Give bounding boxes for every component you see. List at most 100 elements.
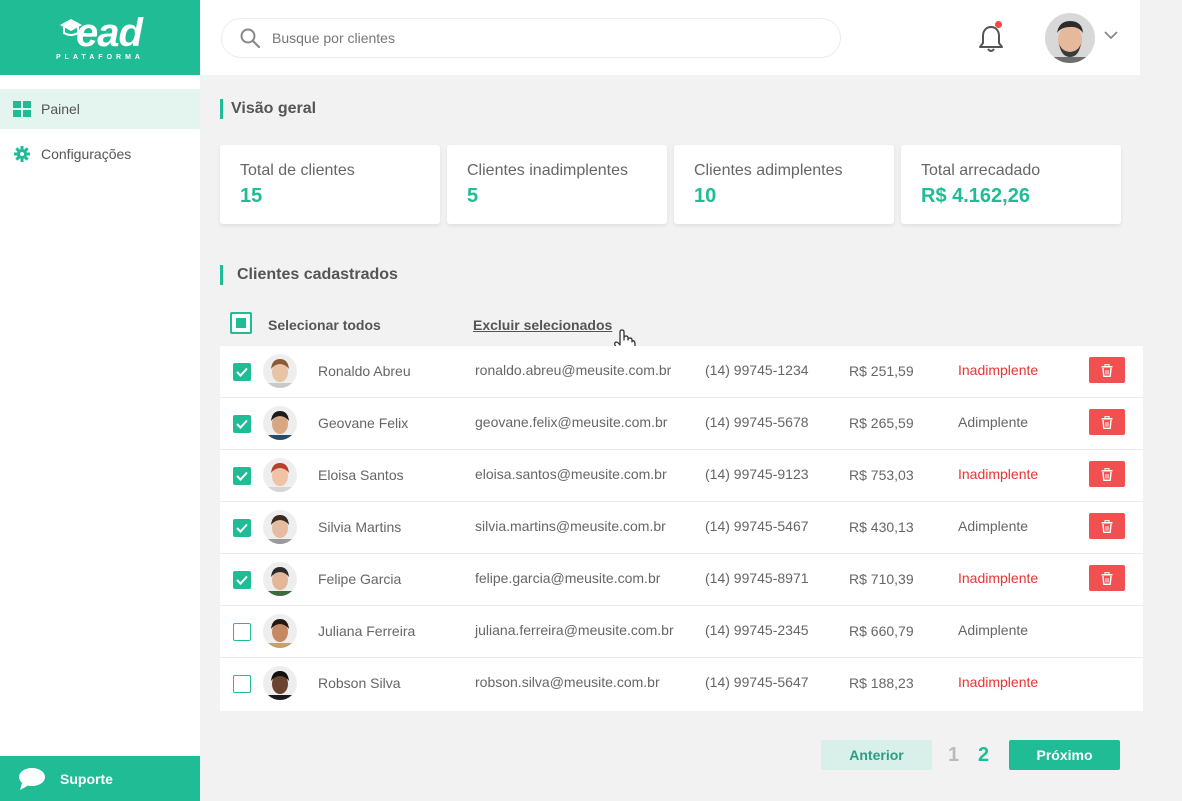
- client-amount: R$ 430,13: [849, 519, 914, 535]
- row-checkbox[interactable]: [233, 519, 251, 537]
- table-row: Ronaldo Abreu ronaldo.abreu@meusite.com.…: [220, 346, 1143, 398]
- notifications-button[interactable]: [978, 21, 1004, 54]
- client-status: Inadimplente: [958, 466, 1039, 482]
- avatar: [263, 406, 297, 440]
- avatar: [263, 562, 297, 596]
- delete-selected-link[interactable]: Excluir selecionados: [473, 317, 612, 333]
- table-row: Geovane Felix geovane.felix@meusite.com.…: [220, 398, 1143, 450]
- trash-icon: [1101, 571, 1113, 585]
- stat-card-total-collected: Total arrecadado R$ 4.162,26: [901, 145, 1121, 224]
- row-checkbox[interactable]: [233, 571, 251, 589]
- select-all-label: Selecionar todos: [268, 317, 381, 333]
- sidebar-item-painel[interactable]: Painel: [0, 89, 200, 129]
- stat-label: Total de clientes: [240, 162, 355, 179]
- check-icon: [236, 523, 248, 533]
- stat-value: 10: [694, 185, 717, 207]
- client-email: ronaldo.abreu@meusite.com.br: [475, 362, 672, 378]
- support-button[interactable]: Suporte: [0, 756, 200, 801]
- brand-logo[interactable]: ead PLATAFORMA: [0, 0, 200, 75]
- sidebar: ead PLATAFORMA Painel Configurações Supo…: [0, 0, 200, 801]
- notification-dot: [995, 21, 1002, 28]
- bulk-actions: Selecionar todos Excluir selecionados: [230, 312, 650, 336]
- sidebar-item-label: Painel: [41, 101, 80, 117]
- bell-icon: [979, 26, 1003, 52]
- client-phone: (14) 99745-5467: [705, 518, 809, 534]
- avatar: [263, 458, 297, 492]
- next-page-button[interactable]: Próximo: [1009, 740, 1120, 770]
- top-bar: [200, 0, 1140, 75]
- client-status: Inadimplente: [958, 570, 1039, 586]
- row-checkbox[interactable]: [233, 363, 251, 381]
- trash-icon: [1101, 363, 1113, 377]
- check-icon: [236, 419, 248, 429]
- stat-label: Clientes adimplentes: [694, 162, 843, 179]
- client-amount: R$ 710,39: [849, 571, 914, 587]
- client-phone: (14) 99745-2345: [705, 622, 809, 638]
- row-checkbox[interactable]: [233, 467, 251, 485]
- trash-icon: [1101, 519, 1113, 533]
- user-avatar[interactable]: [1045, 13, 1095, 63]
- stat-card-total-clients: Total de clientes 15: [220, 145, 440, 224]
- client-email: silvia.martins@meusite.com.br: [475, 518, 666, 534]
- client-status: Inadimplente: [958, 674, 1039, 690]
- logo-wordmark: ead: [58, 13, 143, 53]
- avatar: [263, 614, 297, 648]
- client-amount: R$ 251,59: [849, 363, 914, 379]
- row-checkbox[interactable]: [233, 675, 251, 693]
- sidebar-item-configuracoes[interactable]: Configurações: [0, 134, 200, 174]
- client-email: eloisa.santos@meusite.com.br: [475, 466, 667, 482]
- table-row: Felipe Garcia felipe.garcia@meusite.com.…: [220, 554, 1143, 606]
- stat-value: 5: [467, 185, 479, 207]
- check-icon: [236, 575, 248, 585]
- client-email: geovane.felix@meusite.com.br: [475, 414, 668, 430]
- row-checkbox[interactable]: [233, 415, 251, 433]
- clients-table: Ronaldo Abreu ronaldo.abreu@meusite.com.…: [220, 346, 1143, 711]
- client-name: Juliana Ferreira: [318, 623, 416, 639]
- avatar: [263, 666, 297, 700]
- delete-button[interactable]: [1089, 357, 1125, 383]
- client-name: Silvia Martins: [318, 519, 402, 535]
- client-status: Adimplente: [958, 414, 1029, 430]
- trash-icon: [1101, 415, 1113, 429]
- client-phone: (14) 99745-1234: [705, 362, 809, 378]
- client-status: Inadimplente: [958, 362, 1039, 378]
- dashboard-icon: [13, 100, 31, 118]
- sidebar-item-label: Configurações: [41, 146, 132, 162]
- page-number-1[interactable]: 1: [948, 744, 959, 767]
- avatar: [263, 354, 297, 388]
- row-checkbox[interactable]: [233, 623, 251, 641]
- page-number-2[interactable]: 2: [978, 744, 989, 767]
- avatar: [263, 510, 297, 544]
- delete-button[interactable]: [1089, 513, 1125, 539]
- search-input[interactable]: [272, 30, 792, 46]
- search-icon: [240, 28, 260, 48]
- client-amount: R$ 188,23: [849, 675, 914, 691]
- delete-button[interactable]: [1089, 461, 1125, 487]
- client-name: Felipe Garcia: [318, 571, 402, 587]
- chat-bubble-icon: [19, 767, 45, 790]
- client-amount: R$ 753,03: [849, 467, 914, 483]
- delete-button[interactable]: [1089, 409, 1125, 435]
- chevron-down-icon[interactable]: [1103, 30, 1119, 40]
- previous-page-button[interactable]: Anterior: [821, 740, 932, 770]
- client-phone: (14) 99745-5647: [705, 674, 809, 690]
- client-amount: R$ 265,59: [849, 415, 914, 431]
- logo-tagline: PLATAFORMA: [56, 54, 144, 61]
- stat-card-defaulting-clients: Clientes inadimplentes 5: [447, 145, 667, 224]
- client-phone: (14) 99745-9123: [705, 466, 809, 482]
- stat-card-compliant-clients: Clientes adimplentes 10: [674, 145, 894, 224]
- client-amount: R$ 660,79: [849, 623, 914, 639]
- gear-icon: [13, 145, 31, 163]
- select-all-checkbox[interactable]: [230, 312, 252, 334]
- table-row: Silvia Martins silvia.martins@meusite.co…: [220, 502, 1143, 554]
- client-name: Eloisa Santos: [318, 467, 404, 483]
- trash-icon: [1101, 467, 1113, 481]
- search-box[interactable]: [221, 18, 841, 58]
- stat-label: Clientes inadimplentes: [467, 162, 628, 179]
- stat-label: Total arrecadado: [921, 162, 1041, 179]
- table-row: Juliana Ferreira juliana.ferreira@meusit…: [220, 606, 1143, 658]
- delete-button[interactable]: [1089, 565, 1125, 591]
- clients-title: Clientes cadastrados: [220, 265, 398, 285]
- check-icon: [236, 367, 248, 377]
- client-phone: (14) 99745-8971: [705, 570, 809, 586]
